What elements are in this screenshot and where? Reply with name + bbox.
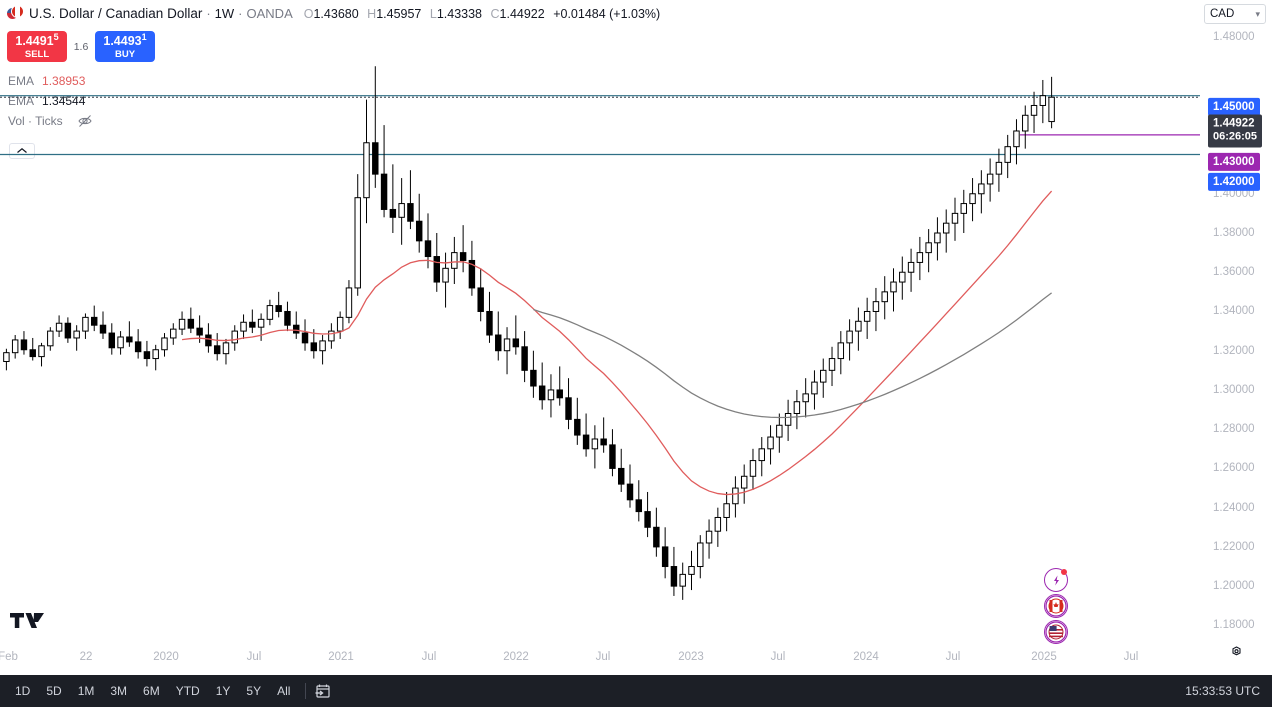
tradingview-chart-app: U.S. Dollar / Canadian Dollar · 1W · OAN… xyxy=(0,0,1272,707)
close-label: C xyxy=(490,7,499,21)
time-tick: Jul xyxy=(1124,651,1139,663)
time-tick: Jul xyxy=(946,651,961,663)
time-tick: Feb xyxy=(0,651,18,663)
time-tick: 2024 xyxy=(853,651,879,663)
ema-line-slow xyxy=(533,293,1051,418)
badge-alert-dot xyxy=(1061,569,1067,575)
time-tick: 22 xyxy=(80,651,93,663)
price-tick: 1.32000 xyxy=(1213,345,1255,357)
low-label: L xyxy=(430,7,437,21)
bottom-toolbar: 1D5D1M3M6MYTD1Y5YAll 15:33:53 UTC xyxy=(0,675,1272,707)
range-button-1m[interactable]: 1M xyxy=(71,681,102,701)
range-button-ytd[interactable]: YTD xyxy=(169,681,207,701)
price-label-dark[interactable]: 1.44922 06:26:05 xyxy=(1208,114,1262,147)
symbol-name[interactable]: U.S. Dollar / Canadian Dollar xyxy=(29,6,202,21)
price-tick: 1.26000 xyxy=(1213,462,1255,474)
price-label-text: 1.42000 xyxy=(1213,176,1255,188)
usa-flag-badge-icon[interactable] xyxy=(1044,620,1068,644)
time-tick: Jul xyxy=(422,651,437,663)
price-label-blue[interactable]: 1.42000 xyxy=(1208,173,1260,191)
lightning-badge-icon[interactable] xyxy=(1044,568,1068,592)
range-button-5y[interactable]: 5Y xyxy=(239,681,268,701)
price-label-blue[interactable]: 1.45000 xyxy=(1208,98,1260,116)
currency-select-value: CAD xyxy=(1210,8,1234,20)
symbol-separator-2: · xyxy=(238,6,242,21)
time-tick: 2023 xyxy=(678,651,704,663)
time-tick: 2022 xyxy=(503,651,529,663)
event-badges xyxy=(1044,568,1068,646)
high-label: H xyxy=(367,7,376,21)
price-tick: 1.34000 xyxy=(1213,305,1255,317)
time-tick: Jul xyxy=(596,651,611,663)
close-value: 1.44922 xyxy=(500,7,545,21)
canada-flag-badge-icon[interactable] xyxy=(1044,594,1068,618)
range-button-5d[interactable]: 5D xyxy=(39,681,68,701)
price-tick: 1.18000 xyxy=(1213,619,1255,631)
chart-plot-area[interactable] xyxy=(0,27,1200,645)
open-value: 1.43680 xyxy=(313,7,358,21)
price-tick: 1.36000 xyxy=(1213,266,1255,278)
time-tick: Jul xyxy=(247,651,262,663)
exchange-label[interactable]: OANDA xyxy=(247,6,293,21)
range-buttons: 1D5D1M3M6MYTD1Y5YAll xyxy=(0,681,297,701)
change-value: +0.01484 (+1.03%) xyxy=(553,7,660,21)
price-label-text: 1.45000 xyxy=(1213,101,1255,113)
chart-header: U.S. Dollar / Canadian Dollar · 1W · OAN… xyxy=(0,0,1272,27)
price-tick: 1.20000 xyxy=(1213,580,1255,592)
price-label-text: 1.43000 xyxy=(1213,156,1255,168)
symbol-separator-1: · xyxy=(206,6,210,21)
us-cad-flag-icon xyxy=(6,5,24,23)
chart-canvas[interactable] xyxy=(0,27,1200,645)
price-tick: 1.24000 xyxy=(1213,502,1255,514)
clock-label: 15:33:53 UTC xyxy=(1185,684,1260,698)
currency-select[interactable]: CAD ▾ xyxy=(1204,4,1266,24)
range-button-all[interactable]: All xyxy=(270,681,297,701)
high-value: 1.45957 xyxy=(376,7,421,21)
low-value: 1.43338 xyxy=(437,7,482,21)
price-label-purple[interactable]: 1.43000 xyxy=(1208,153,1260,171)
price-tick: 1.28000 xyxy=(1213,423,1255,435)
range-button-1y[interactable]: 1Y xyxy=(209,681,238,701)
calendar-goto-icon[interactable] xyxy=(314,682,332,700)
time-scale[interactable]: Feb 22 2020 Jul 2021 Jul 2022 Jul 2023 Jul 2024 Jul… xyxy=(0,645,1272,675)
toolbar-divider xyxy=(305,683,306,699)
time-tick: Jul xyxy=(771,651,786,663)
ohlc-values: O1.43680 H1.45957 L1.43338 C1.44922 +0.0… xyxy=(304,7,660,21)
timeframe-label[interactable]: 1W xyxy=(215,6,235,21)
price-tick: 1.48000 xyxy=(1213,31,1255,43)
range-button-3m[interactable]: 3M xyxy=(103,681,134,701)
price-label-text: 1.44922 xyxy=(1213,117,1255,129)
price-tick: 1.38000 xyxy=(1213,227,1255,239)
time-tick: 2025 xyxy=(1031,651,1057,663)
price-scale[interactable]: 1.480001.400001.380001.360001.340001.320… xyxy=(1200,27,1272,645)
price-tick: 1.22000 xyxy=(1213,541,1255,553)
range-button-1d[interactable]: 1D xyxy=(8,681,37,701)
chevron-down-icon: ▾ xyxy=(1255,9,1260,20)
time-tick: 2020 xyxy=(153,651,179,663)
candlestick-series xyxy=(4,66,1055,600)
tradingview-logo xyxy=(10,610,44,637)
countdown-timer: 06:26:05 xyxy=(1213,131,1257,145)
time-tick: 2021 xyxy=(328,651,354,663)
price-tick: 1.30000 xyxy=(1213,384,1255,396)
range-button-6m[interactable]: 6M xyxy=(136,681,167,701)
